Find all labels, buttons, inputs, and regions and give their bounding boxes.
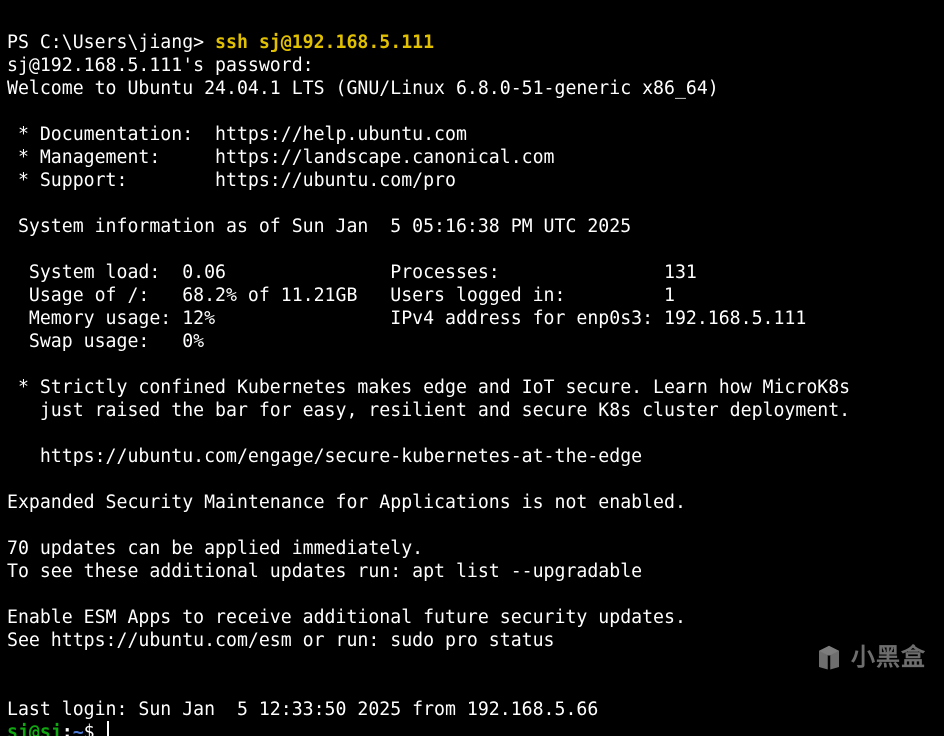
- updates-line-2: To see these additional updates run: apt…: [7, 561, 642, 582]
- support-line: * Support: https://ubuntu.com/pro: [7, 170, 456, 191]
- esm-enable-2: See https://ubuntu.com/esm or run: sudo …: [7, 630, 555, 651]
- welcome-line: Welcome to Ubuntu 24.04.1 LTS (GNU/Linux…: [7, 78, 719, 99]
- terminal-output[interactable]: PS C:\Users\jiang> ssh sj@192.168.5.111 …: [0, 0, 944, 736]
- prompt-path: ~: [73, 722, 84, 736]
- prompt-dollar: $: [84, 722, 106, 736]
- ps-prompt: PS C:\Users\jiang>: [7, 32, 215, 53]
- esm-not-enabled: Expanded Security Maintenance for Applic…: [7, 492, 686, 513]
- sysinfo-header: System information as of Sun Jan 5 05:16…: [7, 216, 631, 237]
- watermark: 小黑盒: [814, 596, 926, 718]
- updates-line-1: 70 updates can be applied immediately.: [7, 538, 423, 559]
- documentation-line: * Documentation: https://help.ubuntu.com: [7, 124, 467, 145]
- sysinfo-row-1: System load: 0.06 Processes: 131: [7, 262, 697, 283]
- sysinfo-row-2: Usage of /: 68.2% of 11.21GB Users logge…: [7, 285, 675, 306]
- sysinfo-row-4: Swap usage: 0%: [7, 331, 204, 352]
- heybox-logo-icon: [814, 596, 845, 718]
- password-prompt: sj@192.168.5.111's password:: [7, 55, 314, 76]
- prompt-user: sj@sj: [7, 722, 62, 736]
- watermark-text: 小黑盒: [851, 646, 926, 669]
- cursor[interactable]: [107, 721, 109, 736]
- prompt-colon: :: [62, 722, 73, 736]
- k8s-line-1: * Strictly confined Kubernetes makes edg…: [7, 377, 850, 398]
- last-login: Last login: Sun Jan 5 12:33:50 2025 from…: [7, 699, 598, 720]
- esm-enable-1: Enable ESM Apps to receive additional fu…: [7, 607, 686, 628]
- management-line: * Management: https://landscape.canonica…: [7, 147, 555, 168]
- sysinfo-row-3: Memory usage: 12% IPv4 address for enp0s…: [7, 308, 806, 329]
- k8s-url: https://ubuntu.com/engage/secure-kuberne…: [7, 446, 642, 467]
- ssh-command: ssh sj@192.168.5.111: [215, 32, 434, 53]
- k8s-line-2: just raised the bar for easy, resilient …: [7, 400, 850, 421]
